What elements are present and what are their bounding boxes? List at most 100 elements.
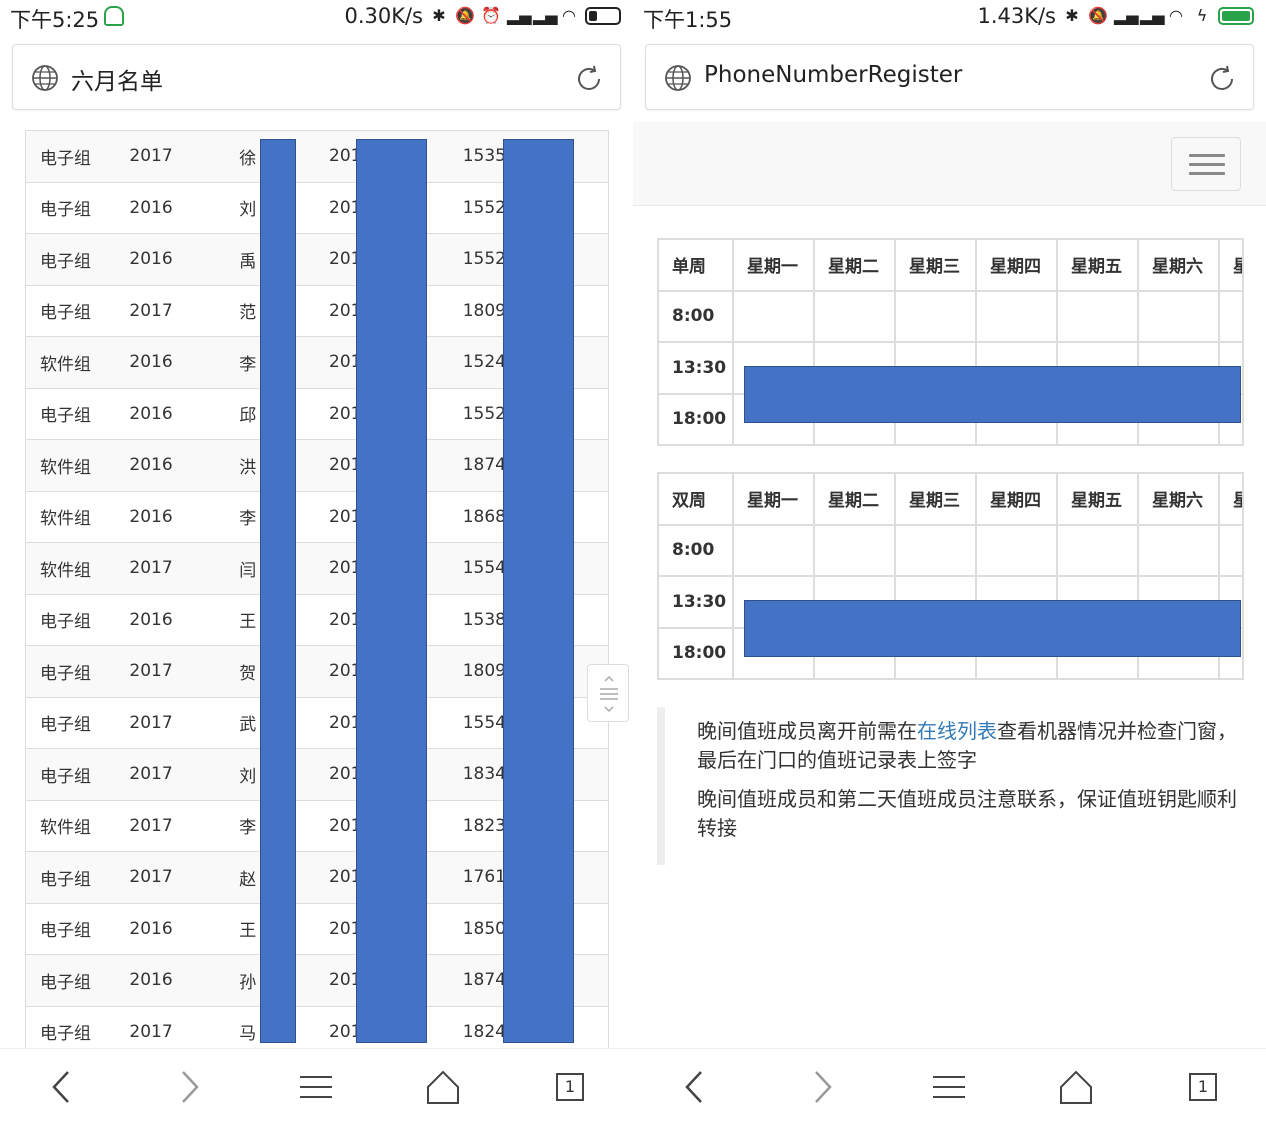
bluetooth-icon: ✱ bbox=[1065, 6, 1079, 25]
status-bar: 下午1:55 1.43K/s ✱ 🔕 ▂▄ ▂▄ ◠ ϟ bbox=[633, 0, 1266, 34]
address-bar[interactable]: PhoneNumberRegister bbox=[645, 44, 1254, 110]
cell-year: 2016 bbox=[129, 336, 240, 389]
menu-icon[interactable] bbox=[929, 1067, 969, 1107]
note-paragraph: 晚间值班成员和第二天值班成员注意联系，保证值班钥匙顺利转接 bbox=[697, 787, 1237, 840]
cell-group: 电子组 bbox=[25, 851, 130, 904]
page-content[interactable]: 单周星期一星期二星期三星期四星期五星期六星 8:0013:3018:00 双周星… bbox=[633, 122, 1266, 1048]
signal-icon: ▂▄ bbox=[507, 6, 532, 25]
schedule-cell bbox=[975, 523, 1058, 577]
schedule-header: 星期二 bbox=[813, 472, 896, 526]
status-time: 下午1:55 bbox=[643, 8, 733, 32]
redaction-block bbox=[356, 139, 427, 1043]
schedule-row: 8:00 bbox=[657, 289, 1244, 343]
time-slot: 13:30 bbox=[657, 575, 734, 629]
cell-year: 2016 bbox=[129, 902, 240, 955]
cell-group: 软件组 bbox=[25, 336, 130, 389]
cell-year: 2017 bbox=[129, 851, 240, 904]
schedule-cell bbox=[975, 289, 1058, 343]
schedule-header: 星 bbox=[1218, 238, 1244, 292]
cell-group: 电子组 bbox=[25, 902, 130, 955]
mute-icon: 🔕 bbox=[455, 6, 475, 25]
cell-group: 电子组 bbox=[25, 233, 130, 286]
cell-year: 2017 bbox=[129, 748, 240, 801]
page-content[interactable]: 电子组 2017 徐 201 1535 电子组 2016 刘 201 1552 电子组 2016 禹 20… bbox=[0, 122, 633, 1048]
back-icon[interactable] bbox=[675, 1067, 715, 1107]
signal-icon: ▂▄ bbox=[1140, 6, 1165, 25]
schedule-cell bbox=[1218, 289, 1244, 343]
schedule-header: 星期四 bbox=[975, 238, 1058, 292]
cell-year: 2016 bbox=[129, 387, 240, 440]
status-bar: 下午5:25 0.30K/s ✱ 🔕 ⏰ ▂▄ ▂▄ ◠ bbox=[0, 0, 633, 34]
time-slot: 8:00 bbox=[657, 289, 734, 343]
duty-notes: 晚间值班成员离开前需在在线列表查看机器情况并检查门窗，最后在门口的值班记录表上签… bbox=[657, 707, 1242, 865]
schedule-cell bbox=[1056, 523, 1139, 577]
reload-icon[interactable] bbox=[574, 64, 604, 94]
cell-year: 2016 bbox=[129, 593, 240, 646]
forward-icon[interactable] bbox=[169, 1067, 209, 1107]
status-time: 下午5:25 bbox=[10, 8, 100, 32]
cell-year: 2017 bbox=[129, 799, 240, 852]
cell-group: 电子组 bbox=[25, 748, 130, 801]
home-icon[interactable] bbox=[1056, 1067, 1096, 1107]
globe-icon bbox=[665, 65, 691, 91]
bottom-navigation: 1 bbox=[0, 1048, 633, 1125]
redaction-block bbox=[503, 139, 574, 1043]
tabs-icon: 1 bbox=[556, 1073, 584, 1101]
schedule-header: 星期二 bbox=[813, 238, 896, 292]
schedule-header: 星期六 bbox=[1137, 472, 1220, 526]
forward-icon[interactable] bbox=[802, 1067, 842, 1107]
online-list-link[interactable]: 在线列表 bbox=[917, 719, 997, 743]
schedule-cell bbox=[732, 523, 815, 577]
left-screenshot: 下午5:25 0.30K/s ✱ 🔕 ⏰ ▂▄ ▂▄ ◠ 六月名单 电子组 20… bbox=[0, 0, 633, 1125]
charging-icon: ϟ bbox=[1196, 6, 1208, 25]
schedule-row: 8:00 bbox=[657, 523, 1244, 577]
scroll-handle[interactable] bbox=[587, 664, 629, 722]
page-title: 六月名单 bbox=[71, 69, 163, 95]
time-slot: 18:00 bbox=[657, 626, 734, 680]
bluetooth-icon: ✱ bbox=[432, 6, 446, 25]
redaction-block bbox=[260, 139, 296, 1043]
wifi-icon: ◠ bbox=[562, 6, 576, 25]
schedule-header: 星期五 bbox=[1056, 472, 1139, 526]
page-title: PhoneNumberRegister bbox=[704, 62, 963, 88]
schedule-header: 星 bbox=[1218, 472, 1244, 526]
cell-group: 软件组 bbox=[25, 439, 130, 492]
battery-icon bbox=[585, 7, 621, 25]
site-navbar bbox=[633, 122, 1266, 206]
reload-icon[interactable] bbox=[1207, 64, 1237, 94]
time-slot: 8:00 bbox=[657, 523, 734, 577]
bottom-navigation: 1 bbox=[633, 1048, 1266, 1125]
battery-icon bbox=[1218, 7, 1254, 25]
home-icon[interactable] bbox=[423, 1067, 463, 1107]
menu-icon[interactable] bbox=[296, 1067, 336, 1107]
schedule-cell bbox=[813, 289, 896, 343]
back-icon[interactable] bbox=[42, 1067, 82, 1107]
cell-year: 2017 bbox=[129, 130, 240, 183]
schedule-cell bbox=[894, 523, 977, 577]
cell-group: 电子组 bbox=[25, 130, 130, 183]
cell-group: 电子组 bbox=[25, 181, 130, 234]
schedule-cell bbox=[1137, 289, 1220, 343]
schedule-cell bbox=[1218, 523, 1244, 577]
cell-group: 电子组 bbox=[25, 593, 130, 646]
cell-group: 电子组 bbox=[25, 645, 130, 698]
network-speed: 0.30K/s bbox=[344, 4, 423, 28]
schedule-header: 星期六 bbox=[1137, 238, 1220, 292]
cell-group: 电子组 bbox=[25, 954, 130, 1007]
cell-group: 电子组 bbox=[25, 387, 130, 440]
redaction-block bbox=[744, 600, 1241, 657]
schedule-header: 双周 bbox=[657, 472, 734, 526]
tabs-button[interactable]: 1 bbox=[549, 1067, 589, 1107]
signal-icon: ▂▄ bbox=[533, 6, 558, 25]
hamburger-icon[interactable] bbox=[1171, 137, 1241, 191]
alarm-icon: ⏰ bbox=[481, 6, 501, 25]
tabs-button[interactable]: 1 bbox=[1182, 1067, 1222, 1107]
address-bar[interactable]: 六月名单 bbox=[12, 44, 621, 110]
notification-icon bbox=[104, 6, 124, 26]
schedule-cell bbox=[894, 289, 977, 343]
cell-group: 软件组 bbox=[25, 490, 130, 543]
redaction-block bbox=[744, 366, 1241, 423]
cell-year: 2016 bbox=[129, 233, 240, 286]
time-slot: 13:30 bbox=[657, 341, 734, 395]
note-text: 晚间值班成员离开前需在 bbox=[697, 719, 917, 743]
